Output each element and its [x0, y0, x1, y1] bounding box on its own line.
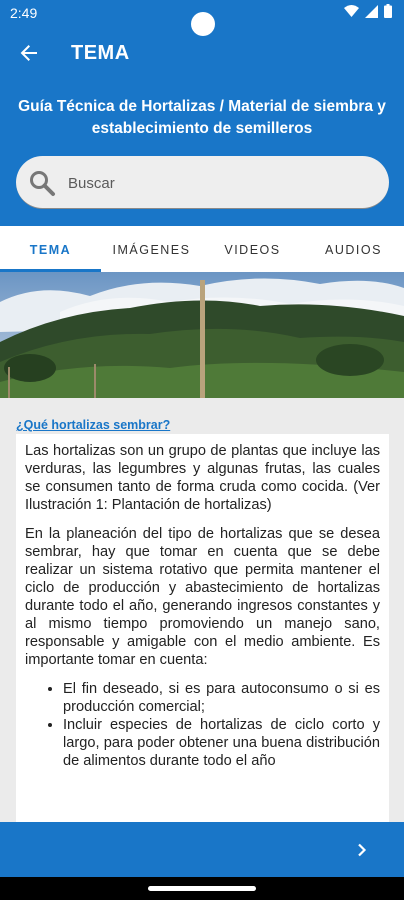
- app-title: TEMA: [71, 42, 130, 64]
- tab-videos[interactable]: VIDEOS: [202, 226, 303, 272]
- chevron-right-icon: [358, 843, 367, 857]
- next-button[interactable]: [350, 838, 374, 862]
- header: 2:49 TEMA Guía Técnica de Hortalizas / M…: [0, 0, 404, 226]
- list-item: Incluir especies de hortalizas de ciclo …: [63, 716, 380, 770]
- section-heading: ¿Qué hortalizas sembrar?: [16, 418, 171, 432]
- paragraph: Las hortalizas son un grupo de plantas q…: [25, 443, 380, 513]
- paragraph: En la planeación del tipo de hortalizas …: [25, 526, 380, 668]
- status-time: 2:49: [10, 5, 38, 21]
- tab-audios[interactable]: AUDIOS: [303, 226, 404, 272]
- tab-bar: TEMA IMÁGENES VIDEOS AUDIOS: [0, 226, 404, 272]
- signal-icon: [365, 4, 378, 18]
- app-bar: TEMA: [0, 30, 404, 76]
- back-button[interactable]: [14, 38, 44, 68]
- screen: 2:49 TEMA Guía Técnica de Hortalizas / M…: [0, 0, 404, 900]
- list-item: El fin deseado, si es para autoconsumo o…: [63, 680, 380, 716]
- battery-icon: [384, 4, 392, 18]
- text-card: Las hortalizas son un grupo de plantas q…: [16, 434, 389, 822]
- search-input[interactable]: [68, 169, 368, 197]
- status-bar: 2:49: [0, 0, 404, 36]
- hero-image: [0, 272, 404, 398]
- bottom-bar: [0, 822, 404, 877]
- tab-imagenes[interactable]: IMÁGENES: [101, 226, 202, 272]
- arrow-back-icon: [20, 45, 37, 61]
- status-icons: [344, 4, 392, 18]
- bullet-list: El fin deseado, si es para autoconsumo o…: [63, 680, 380, 770]
- search-icon: [30, 171, 55, 196]
- search-bar[interactable]: [16, 156, 389, 209]
- system-nav-bar: [0, 877, 404, 900]
- content-area: ¿Qué hortalizas sembrar? Las hortalizas …: [0, 398, 404, 822]
- guide-title: Guía Técnica de Hortalizas / Material de…: [18, 98, 386, 137]
- wifi-icon: [344, 4, 359, 17]
- home-indicator[interactable]: [148, 886, 256, 891]
- tab-tema[interactable]: TEMA: [0, 226, 101, 272]
